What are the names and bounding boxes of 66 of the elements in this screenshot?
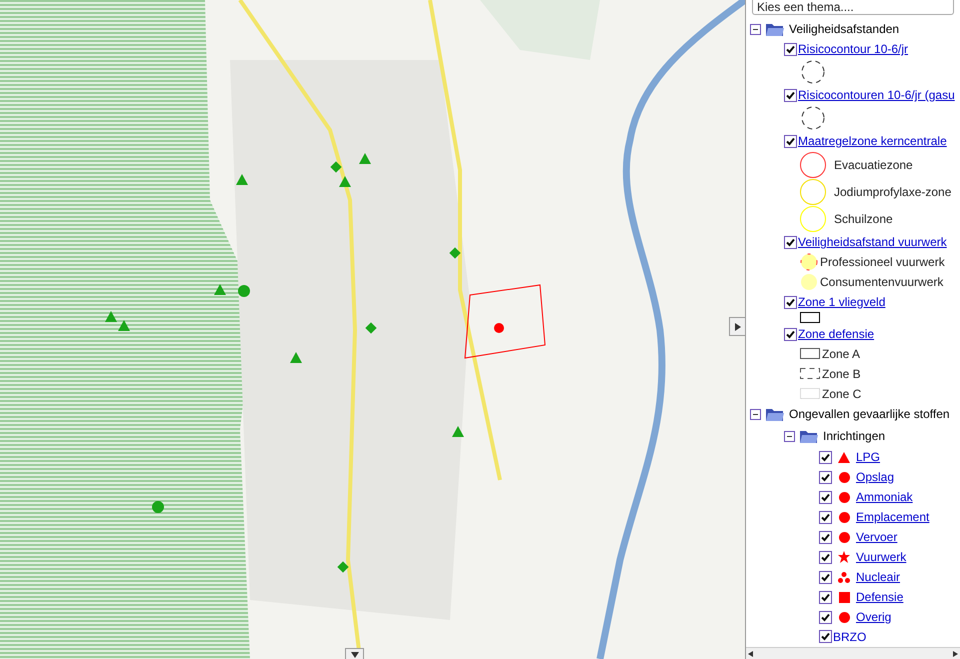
layer-link[interactable]: Veiligheidsafstand vuurwerk: [798, 235, 947, 249]
layer-link[interactable]: Opslag: [856, 470, 894, 484]
dot-icon: [838, 512, 850, 522]
layer-link[interactable]: Zone 1 vliegveld: [798, 295, 886, 309]
checkbox[interactable]: [784, 134, 797, 148]
layer-link[interactable]: Ammoniak: [856, 490, 913, 504]
collapse-icon[interactable]: [750, 408, 761, 420]
checkbox[interactable]: [819, 470, 832, 484]
checkbox[interactable]: [784, 236, 797, 248]
theme-dropdown[interactable]: Kies een thema....: [752, 0, 954, 15]
layer-label: BRZO: [833, 630, 866, 644]
group-label: Ongevallen gevaarlijke stoffen: [789, 407, 950, 421]
layer-link[interactable]: Overig: [856, 610, 892, 624]
symbol-label: Jodiumprofylaxe-zone: [834, 184, 952, 198]
layer-link[interactable]: Zone defensie: [798, 327, 874, 341]
checkbox[interactable]: [819, 590, 832, 604]
left-arrow-icon: [748, 650, 753, 656]
dot-icon: [838, 492, 850, 502]
folder-icon: [799, 428, 819, 444]
checkbox[interactable]: [819, 510, 832, 524]
layer-link[interactable]: Nucleair: [856, 570, 900, 584]
layer-link[interactable]: Emplacement: [856, 510, 930, 524]
symbol-label: Zone A: [822, 347, 860, 361]
horizontal-scrollbar[interactable]: [746, 647, 960, 659]
symbol-label: Zone B: [822, 367, 861, 381]
symbol-label: Professioneel vuurwerk: [820, 255, 945, 269]
down-arrow-icon: [350, 652, 358, 658]
checkbox[interactable]: [819, 570, 832, 584]
symbol-label: Evacuatiezone: [834, 158, 913, 172]
checkbox[interactable]: [819, 530, 832, 544]
dot-icon: [838, 532, 850, 542]
right-arrow-icon: [734, 322, 740, 330]
pan-right-button[interactable]: [729, 317, 745, 336]
dot-icon: [838, 472, 850, 482]
layer-link[interactable]: Risicocontour 10-6/jr: [798, 42, 908, 56]
checkbox[interactable]: [819, 610, 832, 624]
checkbox[interactable]: [819, 550, 832, 564]
trefoil-icon: [838, 572, 850, 582]
checkbox[interactable]: [819, 450, 832, 464]
group-label: Veiligheidsafstanden: [789, 22, 900, 36]
checkbox[interactable]: [784, 42, 797, 56]
checkbox[interactable]: [784, 328, 797, 340]
checkbox[interactable]: [784, 88, 797, 102]
symbol-label: Zone C: [822, 387, 862, 401]
collapse-icon[interactable]: [750, 24, 761, 34]
folder-icon: [765, 406, 785, 422]
checkbox[interactable]: [784, 296, 797, 308]
right-arrow-icon: [953, 650, 958, 656]
layer-link[interactable]: Defensie: [856, 590, 904, 604]
dot-icon: [838, 612, 850, 622]
triangle-icon: [838, 452, 850, 462]
layer-link[interactable]: Risicocontouren 10-6/jr (gasu: [798, 88, 955, 102]
square-icon: [838, 592, 850, 602]
layer-link[interactable]: LPG: [856, 450, 880, 464]
layer-link[interactable]: Vervoer: [856, 530, 898, 544]
checkbox[interactable]: [819, 490, 832, 504]
collapse-icon[interactable]: [784, 430, 795, 442]
star-icon: [838, 551, 850, 563]
symbol-label: Schuilzone: [834, 212, 893, 226]
group-label: Inrichtingen: [823, 429, 886, 443]
layer-link[interactable]: Vuurwerk: [856, 550, 906, 564]
folder-icon: [765, 21, 785, 37]
pan-down-button[interactable]: [345, 648, 364, 659]
symbol-label: Consumentenvuurwerk: [820, 275, 944, 289]
layer-link[interactable]: Maatregelzone kerncentrale: [798, 134, 947, 148]
checkbox[interactable]: [819, 630, 832, 643]
